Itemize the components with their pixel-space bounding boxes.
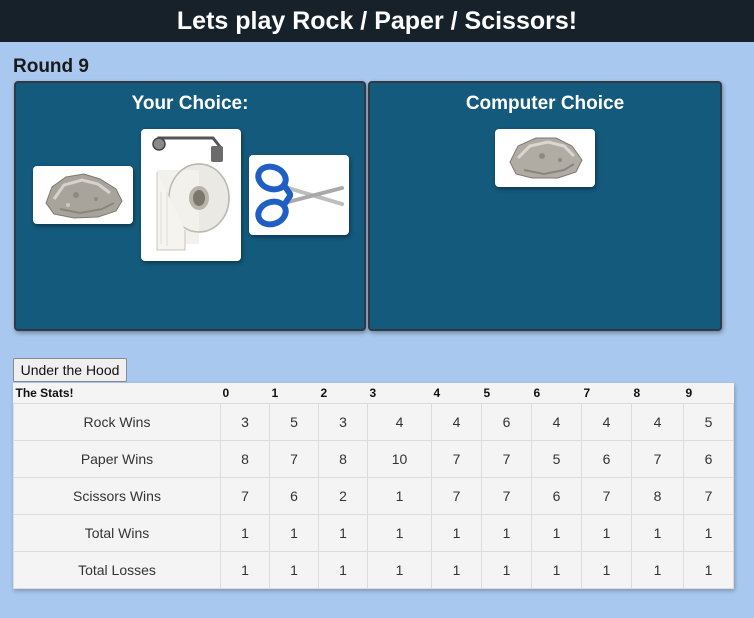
table-cell: 1 xyxy=(269,551,319,589)
table-cell: 2 xyxy=(318,477,368,515)
table-cell: 4 xyxy=(431,403,482,441)
table-cell: 3 xyxy=(220,403,270,441)
column-header: 5 xyxy=(481,383,532,404)
table-cell: 7 xyxy=(431,440,482,478)
table-cell: 7 xyxy=(683,477,734,515)
row-label: Total Losses xyxy=(13,551,221,589)
scissors-icon xyxy=(255,163,344,228)
computer-rock-card xyxy=(495,129,595,187)
column-header: 7 xyxy=(581,383,632,404)
table-cell: 7 xyxy=(431,477,482,515)
stats-header-row: The Stats! 0 1 2 3 4 5 6 7 8 9 xyxy=(13,383,734,404)
row-label: Rock Wins xyxy=(13,403,221,441)
table-cell: 1 xyxy=(631,551,684,589)
table-cell: 4 xyxy=(631,403,684,441)
column-header: 1 xyxy=(269,383,319,404)
computer-choice-panel: Computer Choice xyxy=(368,81,722,331)
table-cell: 1 xyxy=(481,551,532,589)
table-cell: 7 xyxy=(269,440,319,478)
table-cell: 1 xyxy=(367,477,432,515)
table-cell: 1 xyxy=(531,551,582,589)
table-cell: 7 xyxy=(481,440,532,478)
table-cell: 1 xyxy=(631,514,684,552)
table-row: Paper Wins 8 7 8 10 7 7 5 6 7 6 xyxy=(13,440,734,478)
table-cell: 1 xyxy=(683,551,734,589)
table-cell: 1 xyxy=(581,514,632,552)
table-cell: 7 xyxy=(581,477,632,515)
table-cell: 1 xyxy=(367,514,432,552)
table-row: Scissors Wins 7 6 2 1 7 7 6 7 8 7 xyxy=(13,477,734,515)
toilet-paper-icon xyxy=(152,136,230,251)
table-cell: 5 xyxy=(269,403,319,441)
table-cell: 4 xyxy=(367,403,432,441)
rock-choice-card[interactable] xyxy=(33,166,133,224)
table-cell: 8 xyxy=(631,477,684,515)
table-cell: 1 xyxy=(431,514,482,552)
table-cell: 1 xyxy=(431,551,482,589)
table-row: Total Wins 1 1 1 1 1 1 1 1 1 1 xyxy=(13,514,734,552)
table-cell: 6 xyxy=(581,440,632,478)
table-cell: 8 xyxy=(318,440,368,478)
table-cell: 5 xyxy=(531,440,582,478)
table-cell: 1 xyxy=(683,514,734,552)
stats-title: The Stats! xyxy=(13,383,221,404)
table-cell: 1 xyxy=(531,514,582,552)
column-header: 9 xyxy=(683,383,734,404)
table-cell: 1 xyxy=(318,514,368,552)
table-cell: 1 xyxy=(269,514,319,552)
under-the-hood-button[interactable]: Under the Hood xyxy=(13,358,127,382)
table-cell: 6 xyxy=(269,477,319,515)
column-header: 0 xyxy=(220,383,270,404)
table-cell: 1 xyxy=(220,551,270,589)
rock-icon xyxy=(509,137,583,179)
paper-choice-card[interactable] xyxy=(141,129,241,261)
rock-icon xyxy=(45,173,123,219)
column-header: 2 xyxy=(318,383,368,404)
table-cell: 8 xyxy=(220,440,270,478)
column-header: 8 xyxy=(631,383,684,404)
table-cell: 1 xyxy=(318,551,368,589)
table-cell: 7 xyxy=(220,477,270,515)
table-cell: 1 xyxy=(481,514,532,552)
your-choice-title: Your Choice: xyxy=(131,93,249,114)
table-cell: 7 xyxy=(481,477,532,515)
column-header: 6 xyxy=(531,383,582,404)
column-header: 3 xyxy=(367,383,432,404)
table-cell: 1 xyxy=(220,514,270,552)
table-cell: 6 xyxy=(683,440,734,478)
row-label: Paper Wins xyxy=(13,440,221,478)
computer-choice-title: Computer Choice xyxy=(465,93,625,114)
table-cell: 10 xyxy=(367,440,432,478)
row-label: Total Wins xyxy=(13,514,221,552)
column-header: 4 xyxy=(431,383,482,404)
your-choice-panel: Your Choice: xyxy=(14,81,366,331)
app-header: Lets play Rock / Paper / Scissors! xyxy=(0,0,754,42)
table-row: Rock Wins 3 5 3 4 4 6 4 4 4 5 xyxy=(13,403,734,441)
table-cell: 3 xyxy=(318,403,368,441)
stats-table: The Stats! 0 1 2 3 4 5 6 7 8 9 Rock Wins… xyxy=(13,383,734,589)
table-cell: 1 xyxy=(367,551,432,589)
row-label: Scissors Wins xyxy=(13,477,221,515)
round-label: Round 9 xyxy=(13,56,89,77)
app-title: Lets play Rock / Paper / Scissors! xyxy=(176,6,578,35)
table-cell: 4 xyxy=(581,403,632,441)
table-cell: 4 xyxy=(531,403,582,441)
table-cell: 6 xyxy=(481,403,532,441)
table-cell: 6 xyxy=(531,477,582,515)
table-cell: 7 xyxy=(631,440,684,478)
table-cell: 5 xyxy=(683,403,734,441)
scissors-choice-card[interactable] xyxy=(249,155,349,235)
table-row: Total Losses 1 1 1 1 1 1 1 1 1 1 xyxy=(13,551,734,589)
table-cell: 1 xyxy=(581,551,632,589)
